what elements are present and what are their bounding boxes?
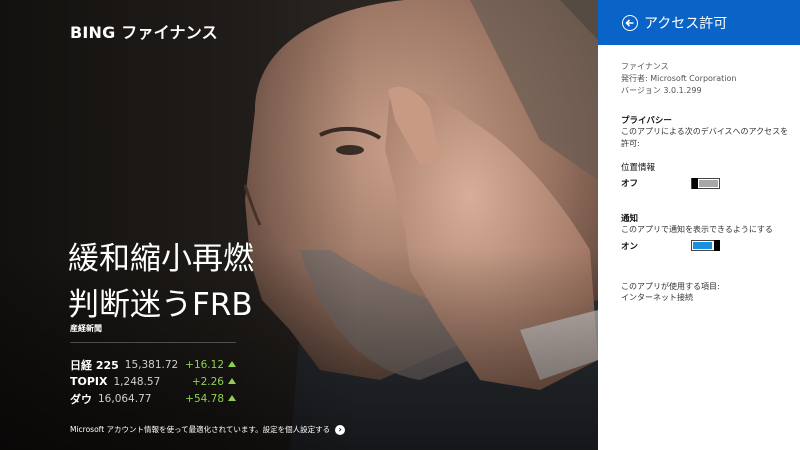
market-change: +16.12 bbox=[185, 358, 224, 371]
headline-link[interactable]: 緩和縮小再燃 判断迷うFRB bbox=[68, 236, 328, 328]
triangle-up-icon bbox=[228, 361, 236, 367]
market-summary[interactable]: 日経 225 15,381.72 +16.12 TOPIX 1,248.57 +… bbox=[70, 356, 238, 407]
toggle-track bbox=[693, 242, 712, 249]
triangle-up-icon bbox=[228, 395, 236, 401]
headline-line-1: 緩和縮小再燃 bbox=[68, 241, 254, 277]
location-label: 位置情報 bbox=[621, 163, 656, 173]
notify-toggle[interactable] bbox=[691, 240, 720, 251]
personalize-text: Microsoft アカウント情報を使って最適化されています。設定を個人設定する bbox=[70, 425, 331, 434]
publisher: 発行者: Microsoft Corporation bbox=[621, 74, 737, 83]
chevron-right-circle-icon: › bbox=[335, 424, 346, 435]
notify-title: 通知 bbox=[621, 214, 639, 224]
app-brand: BING ファイナンス bbox=[70, 23, 218, 42]
back-arrow-icon bbox=[625, 18, 634, 27]
version: バージョン 3.0.1.299 bbox=[621, 86, 702, 95]
notify-state: オン bbox=[621, 241, 639, 252]
market-value: 15,381.72 bbox=[124, 358, 179, 371]
market-change: +54.78 bbox=[185, 392, 224, 405]
notify-desc: このアプリで通知を表示できるようにする bbox=[621, 225, 773, 234]
market-change: +2.26 bbox=[191, 375, 224, 388]
capability-internet: インターネット接続 bbox=[621, 293, 693, 302]
app-info: ファイナンス 発行者: Microsoft Corporation バージョン … bbox=[621, 61, 790, 97]
market-name: 日経 225 bbox=[70, 358, 119, 372]
capabilities-title: このアプリが使用する項目: bbox=[621, 281, 720, 291]
headline-line-2: 判断迷うFRB bbox=[68, 287, 253, 323]
flyout-body: ファイナンス 発行者: Microsoft Corporation バージョン … bbox=[598, 61, 800, 304]
toggle-track bbox=[699, 179, 718, 187]
back-button[interactable] bbox=[622, 14, 638, 31]
notify-setting: オン bbox=[621, 239, 790, 253]
market-value: 16,064.77 bbox=[98, 392, 152, 405]
market-row-nikkei[interactable]: 日経 225 15,381.72 +16.12 bbox=[70, 356, 238, 373]
news-source: 産経新聞 bbox=[70, 324, 102, 333]
market-name: ダウ bbox=[70, 392, 92, 406]
permissions-flyout: アクセス許可 ファイナンス 発行者: Microsoft Corporation… bbox=[598, 0, 800, 450]
location-toggle[interactable] bbox=[691, 177, 720, 189]
toggle-thumb bbox=[714, 240, 720, 251]
divider bbox=[70, 342, 236, 343]
market-value: 1,248.57 bbox=[113, 375, 161, 388]
market-name: TOPIX bbox=[70, 375, 108, 388]
app-name: ファイナンス bbox=[621, 62, 669, 71]
capabilities: このアプリが使用する項目: インターネット接続 bbox=[621, 281, 790, 304]
location-setting: オフ bbox=[621, 176, 790, 190]
privacy-title: プライバシー bbox=[621, 116, 672, 126]
flyout-title: アクセス許可 bbox=[644, 15, 728, 32]
location-state: オフ bbox=[621, 179, 639, 189]
toggle-thumb bbox=[692, 177, 698, 189]
flyout-header: アクセス許可 bbox=[598, 0, 800, 45]
privacy-desc: このアプリによる次のデバイスへのアクセスを許可: bbox=[621, 127, 789, 148]
triangle-up-icon bbox=[228, 378, 236, 384]
hero-panel[interactable]: BING ファイナンス 緩和縮小再燃 判断迷うFRB 産経新聞 日経 225 1… bbox=[0, 0, 598, 450]
market-row-topix[interactable]: TOPIX 1,248.57 +2.26 bbox=[70, 373, 238, 390]
market-row-dow[interactable]: ダウ 16,064.77 +54.78 bbox=[70, 390, 238, 407]
personalize-link[interactable]: Microsoft アカウント情報を使って最適化されています。設定を個人設定する… bbox=[70, 424, 346, 435]
